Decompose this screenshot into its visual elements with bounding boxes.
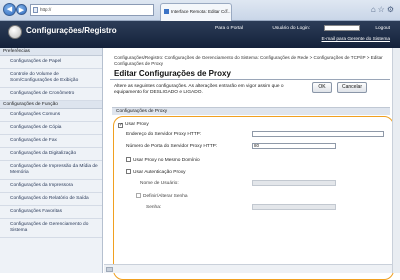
ok-button[interactable]: OK [312, 82, 332, 93]
scroll-thumb[interactable] [106, 267, 113, 272]
proxy-auth-row: Usar Autenticação Proxy [126, 169, 186, 175]
sidebar: Preferências Configurações de Papel Cont… [0, 48, 103, 273]
use-proxy-label: Usar Proxy [125, 122, 149, 127]
info-text: Altere as seguintes configurações. As al… [114, 84, 284, 95]
sidebar-item-favorites[interactable]: Configurações Favoritas [0, 206, 102, 219]
sidebar-section-functions: Configurações de Função [0, 101, 102, 109]
browser-toolbar: ◀ ▶ http:// Interface Remota: Editar Co.… [0, 0, 400, 21]
home-icon[interactable]: ⌂ [371, 5, 378, 14]
page-title: Editar Configurações de Proxy [114, 69, 231, 78]
sidebar-item-printer[interactable]: Configurações da Impressora [0, 180, 102, 193]
same-domain-row: Usar Proxy no Mesmo Domínio [126, 157, 200, 163]
same-domain-label: Usar Proxy no Mesmo Domínio [133, 158, 200, 163]
browser-toolbar-icons: ⌂☆⚙ [371, 5, 396, 14]
breadcrumb: Configurações/Registro: Configurações de… [114, 55, 383, 66]
sidebar-item-volume-display[interactable]: Controle do Volume de Som/Configurações … [0, 69, 102, 88]
cancel-button[interactable]: Cancelar [337, 82, 367, 93]
proxy-auth-label: Usar Autenticação Proxy [133, 170, 186, 175]
logout-link[interactable]: Logout [375, 26, 390, 31]
gear-icon[interactable]: ⚙ [387, 5, 396, 14]
proxy-section-header: Configurações de Proxy [112, 107, 390, 115]
tab-favicon-icon [164, 9, 169, 14]
sidebar-item-timer[interactable]: Configurações de Cronômetro [0, 88, 102, 101]
browser-tab[interactable]: Interface Remota: Editar Co... × [160, 3, 232, 21]
page-icon [33, 7, 38, 13]
same-domain-checkbox[interactable] [126, 157, 131, 162]
proxy-auth-checkbox[interactable] [126, 169, 131, 174]
password-input [252, 204, 336, 210]
horizontal-scrollbar[interactable] [104, 264, 392, 273]
forward-icon[interactable]: ▶ [16, 4, 27, 15]
proxy-address-input[interactable] [252, 131, 384, 137]
sidebar-item-report-output[interactable]: Configurações do Relatório de Saída [0, 193, 102, 206]
tab-close-icon[interactable]: × [225, 4, 228, 19]
proxy-settings-highlight: ✓ Usar Proxy Endereço do Servidor Proxy H… [113, 116, 394, 280]
star-icon[interactable]: ☆ [378, 5, 387, 14]
title-divider [110, 79, 390, 80]
portal-link[interactable]: Para o Portal [215, 26, 243, 31]
vertical-scrollbar[interactable] [392, 48, 400, 273]
set-password-checkbox [136, 193, 141, 198]
address-text: http:// [40, 7, 52, 12]
use-proxy-checkbox[interactable]: ✓ [118, 123, 123, 128]
password-label: Senha: [146, 205, 162, 210]
main-content: Configurações/Registro: Configurações de… [104, 48, 394, 280]
sidebar-section-preferences: Preferências [0, 48, 102, 56]
use-proxy-row: ✓ Usar Proxy [118, 122, 149, 128]
app-logo-icon [8, 25, 22, 39]
sidebar-item-fax[interactable]: Configurações de Fax [0, 135, 102, 148]
tab-title: Interface Remota: Editar Co... [171, 9, 231, 14]
top-links: Para o Portal Usuário do Login: Logout [201, 25, 390, 31]
login-label: Usuário do Login: [258, 25, 360, 31]
sidebar-item-scan[interactable]: Configurações da Digitalização [0, 148, 102, 161]
proxy-address-label: Endereço do Servidor Proxy HTTP: [126, 132, 202, 137]
username-input [252, 180, 336, 186]
login-user-box [323, 25, 360, 31]
sidebar-item-system-management[interactable]: Configurações de Gerenciamento do Sistem… [0, 219, 102, 238]
proxy-port-label: Número de Porta do Servidor Proxy HTTP: [126, 144, 218, 149]
sidebar-item-copy[interactable]: Configurações de Cópia [0, 122, 102, 135]
email-admin-link[interactable]: E-mail para Gerente do Sistema [321, 37, 390, 42]
username-label: Nome de Usuário: [140, 181, 179, 186]
sidebar-item-common[interactable]: Configurações Comuns [0, 109, 102, 122]
sidebar-item-memory-media-print[interactable]: Configurações de Impressão da Mídia de M… [0, 161, 102, 180]
set-password-label: Definir/Alterar Senha [143, 194, 188, 199]
back-icon[interactable]: ◀ [3, 3, 16, 16]
set-password-row: Definir/Alterar Senha [136, 193, 188, 199]
address-bar[interactable]: http:// [30, 4, 154, 16]
proxy-port-input[interactable]: 80 [252, 143, 336, 149]
page-header-title: Configurações/Registro [26, 26, 117, 35]
sidebar-item-paper[interactable]: Configurações de Papel [0, 56, 102, 69]
app-header: Configurações/Registro Para o Portal Usu… [0, 21, 400, 48]
